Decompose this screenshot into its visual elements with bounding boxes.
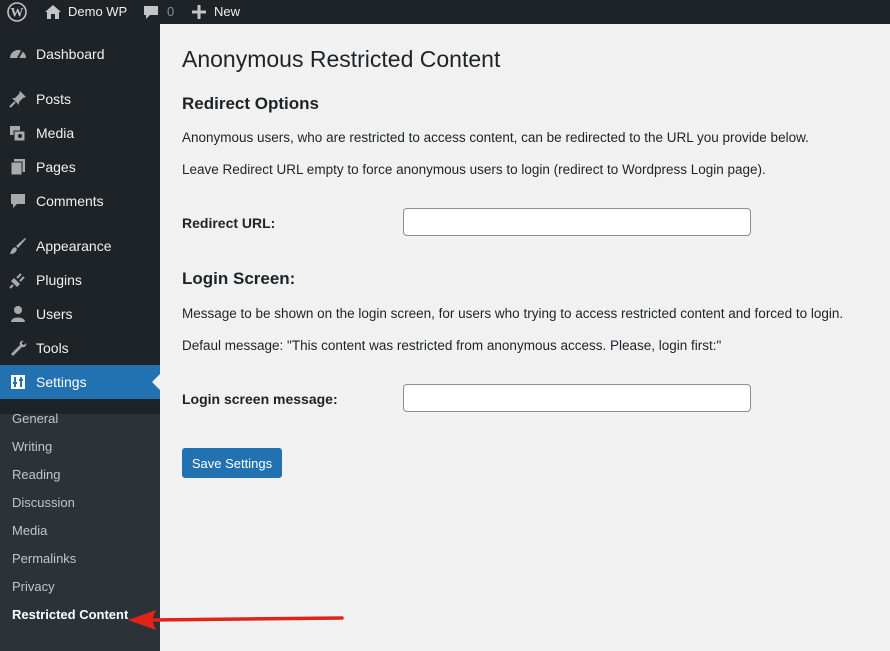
svg-text:W: W: [11, 5, 24, 20]
login-screen-heading: Login Screen:: [182, 269, 296, 288]
redirect-url-label: Redirect URL:: [182, 215, 276, 231]
submenu-item-reading[interactable]: Reading: [12, 467, 60, 482]
settings-icon: [11, 375, 25, 389]
site-name-link[interactable]: Demo WP: [44, 0, 127, 24]
sidebar-item-posts[interactable]: Posts: [0, 82, 160, 116]
page-title: Anonymous Restricted Content: [182, 46, 501, 72]
comment-bubble-icon: [144, 6, 158, 19]
home-icon: [45, 5, 61, 19]
sidebar-item-dashboard[interactable]: Dashboard: [0, 37, 160, 71]
submenu-item-restricted-content[interactable]: Restricted Content: [12, 607, 128, 622]
submenu-item-general[interactable]: General: [12, 411, 58, 426]
annotation-arrow-icon: [128, 610, 344, 630]
site-name: Demo WP: [68, 4, 128, 19]
sidebar-item-label: Tools: [36, 340, 69, 356]
save-settings-button[interactable]: Save Settings: [182, 448, 282, 478]
user-icon: [11, 306, 25, 322]
pages-icon: [10, 159, 25, 176]
plus-icon: [192, 5, 206, 19]
new-label: New: [214, 4, 241, 19]
sidebar-item-label: Plugins: [36, 272, 82, 288]
login-message-input[interactable]: [403, 384, 751, 412]
admin-sidebar: Dashboard Posts Media Pages Comments App…: [0, 24, 160, 651]
admin-bar: W Demo WP 0 New: [0, 0, 890, 24]
redirect-note: Leave Redirect URL empty to force anonym…: [182, 162, 766, 177]
comments-count: 0: [167, 4, 175, 19]
submenu-item-discussion[interactable]: Discussion: [12, 495, 75, 510]
sidebar-item-label: Media: [36, 125, 75, 141]
sidebar-item-label: Posts: [36, 91, 72, 107]
dashboard-icon: [10, 50, 26, 59]
pin-icon: [9, 91, 26, 108]
sidebar-item-label: Appearance: [36, 238, 112, 254]
active-indicator: [152, 374, 160, 390]
comment-icon: [11, 194, 25, 208]
sidebar-item-users[interactable]: Users: [0, 297, 160, 331]
submenu-item-privacy[interactable]: Privacy: [12, 579, 55, 594]
sidebar-item-pages[interactable]: Pages: [0, 150, 160, 184]
redirect-description: Anonymous users, who are restricted to a…: [182, 130, 809, 145]
sidebar-item-label: Settings: [36, 374, 87, 390]
redirect-url-input[interactable]: [403, 208, 751, 236]
media-icon: [10, 126, 26, 142]
login-description: Message to be shown on the login screen,…: [182, 306, 844, 321]
sidebar-item-plugins[interactable]: Plugins: [0, 263, 160, 297]
submenu-item-writing[interactable]: Writing: [12, 439, 52, 454]
login-default-message-note: Defaul message: "This content was restri…: [182, 338, 722, 353]
sidebar-item-media[interactable]: Media: [0, 116, 160, 150]
sidebar-item-label: Dashboard: [36, 46, 105, 62]
redirect-options-heading: Redirect Options: [182, 94, 319, 113]
sidebar-item-appearance[interactable]: Appearance: [0, 229, 160, 263]
new-content-link[interactable]: New: [192, 0, 240, 24]
sidebar-item-label: Users: [36, 306, 73, 322]
submenu-item-media[interactable]: Media: [12, 523, 47, 538]
comments-link[interactable]: 0: [143, 0, 174, 24]
brush-icon: [10, 238, 26, 254]
sidebar-item-comments[interactable]: Comments: [0, 184, 160, 218]
login-message-label: Login screen message:: [182, 391, 338, 407]
sidebar-item-label: Comments: [36, 193, 104, 209]
sidebar-item-label: Pages: [36, 159, 76, 175]
wrench-icon: [11, 340, 27, 356]
sidebar-item-settings[interactable]: Settings: [0, 365, 160, 399]
plug-icon: [9, 273, 25, 289]
wordpress-logo-icon[interactable]: W: [7, 0, 27, 24]
submenu-item-permalinks[interactable]: Permalinks: [12, 551, 76, 566]
sidebar-item-tools[interactable]: Tools: [0, 331, 160, 365]
